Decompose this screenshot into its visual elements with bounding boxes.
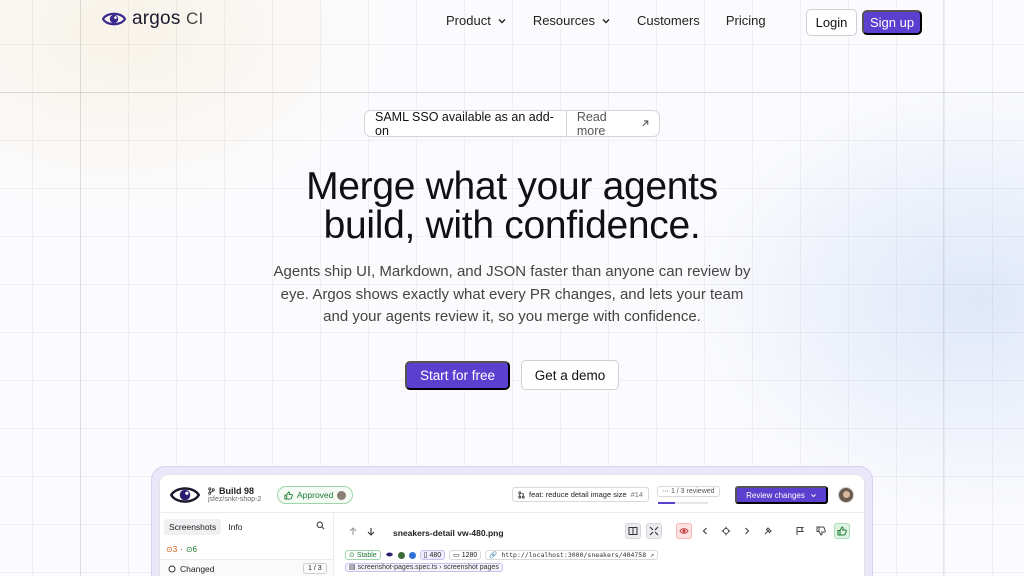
get-a-demo-button[interactable]: Get a demo (521, 360, 619, 390)
announcement-pill[interactable]: SAML SSO available as an add-on Read mor… (364, 109, 660, 138)
review-progress-bar (658, 502, 708, 504)
browser-icon (408, 551, 416, 559)
screenshot-toolbar (625, 523, 850, 539)
argos-logo[interactable]: argos CI (102, 8, 203, 30)
split-view-icon[interactable] (625, 523, 641, 539)
changed-group-label: Changed (168, 564, 215, 574)
arrow-up-right-icon (641, 120, 648, 127)
chevron-down-icon (602, 18, 610, 23)
build-repo: jsfez/snkr-shop-2 (208, 496, 262, 503)
chevron-right-icon[interactable] (739, 523, 755, 539)
screenshot-list-pane: Screenshots Info ⊙3 · ⊙6 Changed 1 / 3 (160, 513, 334, 576)
announcement-text: SAML SSO available as an add-on (375, 109, 554, 138)
screenshot-name: sneakers-detail vw-480.png (393, 528, 504, 538)
top-nav: argos CI Product Resources Customers Pri… (0, 0, 1024, 44)
changed-group-count: 1 / 3 (303, 563, 327, 574)
changed-circle-icon (168, 565, 176, 573)
eye-icon (385, 551, 394, 560)
diff-stats: ⊙3 · ⊙6 (166, 545, 197, 554)
nav-item-pricing[interactable]: Pricing (726, 13, 766, 28)
fit-icon[interactable] (646, 523, 662, 539)
read-more-link[interactable]: Read more (567, 110, 659, 138)
thumbs-down-icon[interactable] (813, 523, 829, 539)
arrow-up-icon[interactable] (349, 527, 357, 536)
start-for-free-button[interactable]: Start for free (405, 361, 510, 390)
unchanged-stat: ⊙6 (185, 545, 197, 554)
search-icon[interactable] (316, 521, 325, 532)
pull-request-icon (518, 490, 525, 499)
build-header: Build 98 jsfez/snkr-shop-2 Approved feat… (160, 475, 864, 513)
tab-info[interactable]: Info (223, 519, 247, 535)
pull-request-chip[interactable]: feat: reduce detail image size #14 (512, 487, 650, 502)
login-button[interactable]: Login (806, 9, 857, 36)
user-avatar[interactable] (838, 487, 854, 503)
thumbs-up-icon[interactable] (834, 523, 850, 539)
chevron-down-icon (498, 18, 506, 23)
file-path-chip[interactable]: ▤ screenshot-pages.spec.ts › screenshot … (345, 563, 503, 572)
thumbs-up-icon (284, 490, 293, 500)
reviewer-avatar (337, 490, 347, 500)
signup-button[interactable]: Sign up (862, 10, 922, 35)
grid-frame-line-right (943, 0, 944, 576)
review-progress: ⋯ 1 / 3 reviewed (657, 486, 720, 497)
file-icon: ▤ (349, 564, 356, 571)
branch-icon (208, 487, 215, 495)
grid-frame-line-left (80, 0, 81, 576)
target-icon[interactable] (718, 523, 734, 539)
tab-screenshots[interactable]: Screenshots (164, 519, 222, 535)
nav-item-product[interactable]: Product (446, 13, 507, 28)
changed-group-row[interactable]: Changed 1 / 3 (160, 559, 333, 576)
stable-badge: ⊙ Stable (345, 550, 381, 560)
hero-title: Merge what your agents build, with confi… (306, 165, 718, 247)
arrow-down-icon[interactable] (367, 527, 375, 536)
build-title: Build 98 (208, 486, 254, 496)
changed-stat: ⊙3 (166, 545, 178, 554)
highlight-diff-icon[interactable] (676, 523, 692, 539)
chevron-down-icon (810, 493, 816, 497)
approved-badge: Approved (277, 486, 354, 504)
review-changes-button[interactable]: Review changes (735, 486, 828, 504)
app-preview: Build 98 jsfez/snkr-shop-2 Approved feat… (159, 474, 865, 576)
height-chip: ▭ 1280 (449, 550, 482, 560)
flag-icon[interactable] (792, 523, 808, 539)
grid-frame-line-top (0, 92, 1024, 93)
pane-tabs: Screenshots Info (164, 519, 247, 535)
nav-links: Product Resources Customers Pricing (446, 13, 766, 28)
screenshot-detail-pane: sneakers-detail vw-480.png ⊙ Stable ▯ 48… (335, 513, 864, 576)
playwright-icon (397, 551, 405, 559)
width-chip: ▯ 480 (419, 550, 446, 560)
eye-logo-icon (102, 12, 126, 26)
screenshot-meta: ⊙ Stable ▯ 480 ▭ 1280 🔗 http://localhost… (345, 550, 658, 560)
logo-wordmark: argos CI (132, 8, 204, 29)
screenshot-nav (349, 527, 375, 536)
nav-item-customers[interactable]: Customers (637, 13, 700, 28)
chevron-left-icon[interactable] (697, 523, 713, 539)
hero-subtitle: Agents ship UI, Markdown, and JSON faste… (273, 263, 751, 325)
ignore-icon[interactable] (760, 523, 776, 539)
file-path-row: ▤ screenshot-pages.spec.ts › screenshot … (345, 563, 503, 572)
url-chip[interactable]: 🔗 http://localhost:3000/sneakers/404758 … (485, 550, 658, 560)
dots-icon: ⋯ (662, 488, 669, 495)
eye-logo-icon (170, 487, 200, 503)
nav-item-resources[interactable]: Resources (533, 13, 611, 28)
